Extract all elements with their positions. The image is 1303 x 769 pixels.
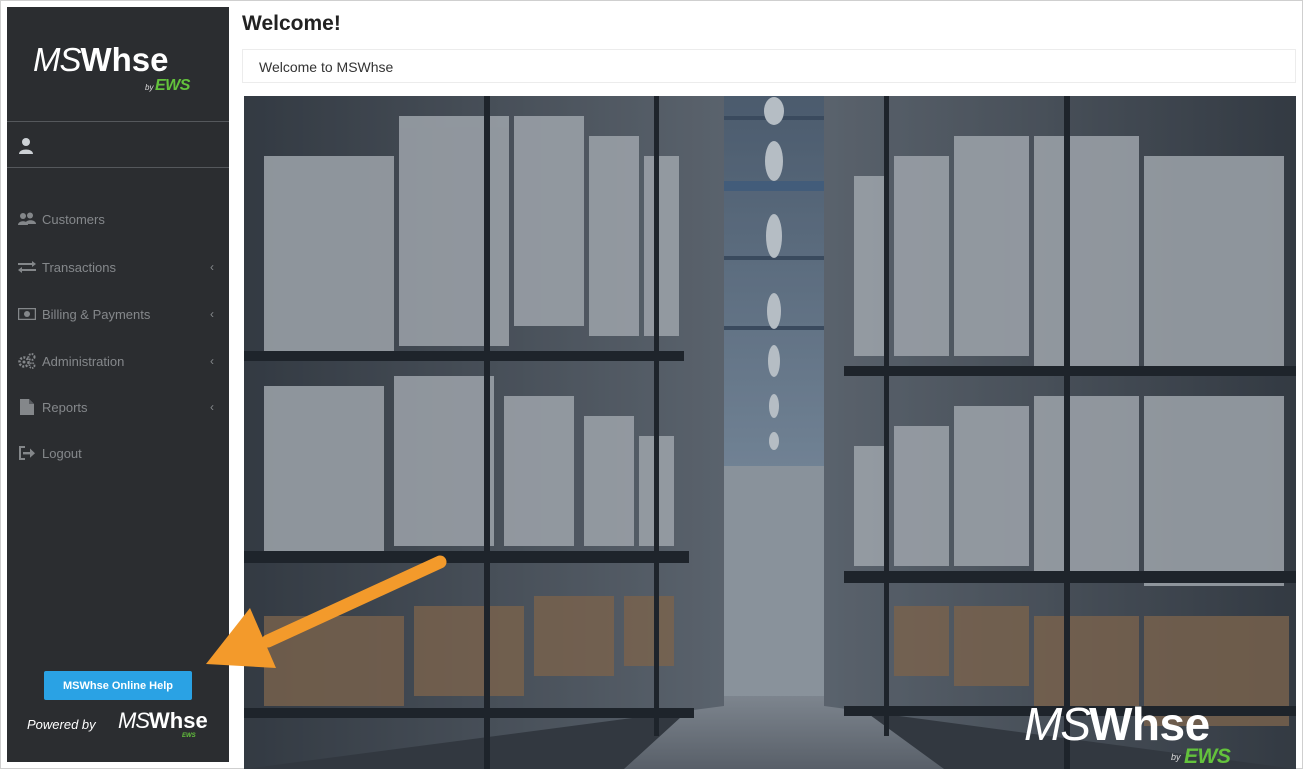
sidebar-item-logout[interactable]: Logout <box>7 435 229 471</box>
hero-wordmark: MSWhse <box>1024 697 1210 751</box>
sidebar-item-label: Transactions <box>42 259 116 275</box>
money-icon <box>18 306 36 322</box>
hero-ews-text: EWS <box>1184 745 1231 768</box>
hero-ms-text: MS <box>1024 698 1091 750</box>
welcome-text: Welcome to MSWhse <box>259 59 394 75</box>
powered-ms-text: MS <box>118 708 150 733</box>
hero-whse-text: Whse <box>1089 698 1210 750</box>
chevron-left-icon: ‹ <box>210 354 214 368</box>
welcome-panel: Welcome to MSWhse <box>242 49 1296 83</box>
warehouse-illustration <box>244 96 1296 769</box>
sidebar-item-administration[interactable]: Administration ‹ <box>7 343 229 379</box>
exchange-icon <box>18 259 36 275</box>
logo-ews-text: EWS <box>155 77 190 94</box>
sidebar-item-reports[interactable]: Reports ‹ <box>7 389 229 425</box>
users-icon <box>18 211 36 227</box>
sidebar-item-label: Billing & Payments <box>42 306 151 322</box>
chevron-left-icon: ‹ <box>210 307 214 321</box>
online-help-button[interactable]: MSWhse Online Help <box>44 671 192 700</box>
sidebar-item-transactions[interactable]: Transactions ‹ <box>7 249 229 285</box>
logo-by-text: by <box>145 83 154 92</box>
powered-wordmark: MSWhse <box>118 708 208 734</box>
hero-brand-logo: MSWhse by EWS <box>1024 697 1284 769</box>
logo-wordmark: MSWhse <box>33 41 169 79</box>
logo-whse-text: Whse <box>80 41 169 78</box>
powered-by-logo: Powered by MSWhse EWS <box>27 707 217 747</box>
warehouse-hero-image: MSWhse by EWS <box>244 96 1296 769</box>
page-title: Welcome! <box>242 12 341 35</box>
sidebar-item-label: Administration <box>42 353 125 369</box>
chevron-left-icon: ‹ <box>210 400 214 414</box>
sidebar-item-label: Reports <box>42 399 88 415</box>
brand-logo[interactable]: MSWhse by EWS <box>7 7 229 119</box>
gears-icon <box>18 353 36 369</box>
sidebar-item-customers[interactable]: Customers <box>7 201 229 237</box>
sidebar-item-label: Logout <box>42 445 82 461</box>
user-panel[interactable] <box>7 123 229 169</box>
sidebar-item-billing-payments[interactable]: Billing & Payments ‹ <box>7 296 229 332</box>
sidebar-item-label: Customers <box>42 211 105 227</box>
sign-out-icon <box>18 445 36 461</box>
chevron-left-icon: ‹ <box>210 260 214 274</box>
sidebar-divider <box>7 121 229 122</box>
file-icon <box>18 399 36 415</box>
powered-ews-text: EWS <box>182 733 196 739</box>
powered-by-text: Powered by <box>27 717 96 732</box>
user-icon <box>19 138 33 154</box>
sidebar-divider <box>7 167 229 168</box>
powered-whse-text: Whse <box>149 708 208 733</box>
hero-by-text: by <box>1171 752 1181 762</box>
logo-ms-text: MS <box>33 41 81 78</box>
sidebar: MSWhse by EWS Customers Transactions ‹ B… <box>7 7 229 762</box>
